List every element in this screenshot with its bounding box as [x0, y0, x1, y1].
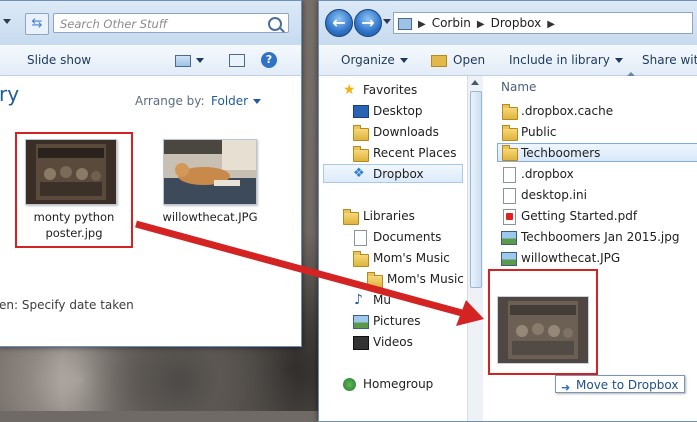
annotation-arrow-line — [135, 220, 463, 317]
annotation-arrow — [135, 220, 484, 326]
